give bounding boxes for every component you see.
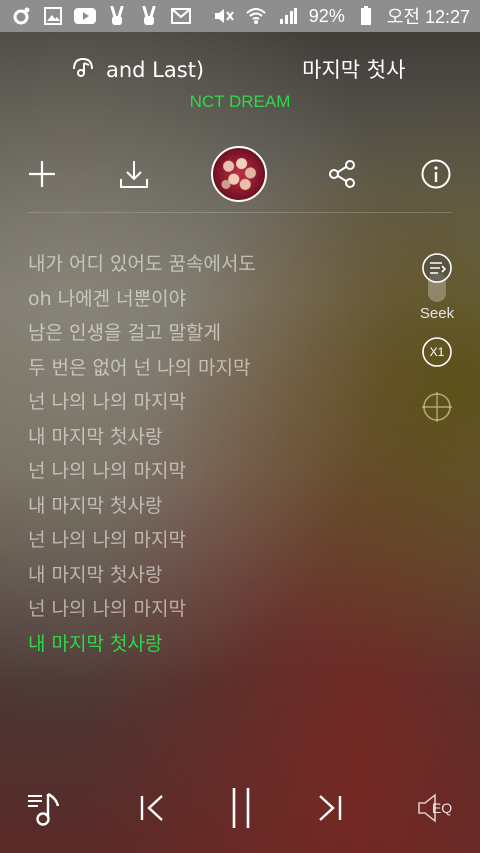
- info-button[interactable]: [406, 138, 466, 210]
- mute-icon: [213, 7, 235, 25]
- previous-button[interactable]: [122, 778, 182, 838]
- peace-icon: [138, 6, 160, 25]
- lyric-line[interactable]: 내 마지막 첫사랑: [28, 492, 408, 527]
- mail-icon: [170, 7, 192, 25]
- add-icon: [29, 161, 55, 187]
- divider: [28, 212, 452, 213]
- song-title-part1: and Last): [106, 58, 205, 82]
- seek-label[interactable]: Seek: [412, 305, 462, 322]
- circle-app-icon: [10, 7, 32, 25]
- pause-button[interactable]: [211, 778, 271, 838]
- info-icon: [421, 159, 451, 189]
- lyric-line[interactable]: 내 마지막 첫사랑: [28, 561, 408, 596]
- album-art-button[interactable]: [209, 138, 269, 210]
- battery-icon: [355, 6, 377, 25]
- download-button[interactable]: [104, 138, 164, 210]
- lyric-line[interactable]: 넌 나의 나의 마지막: [28, 595, 408, 630]
- lyric-line-current[interactable]: 내 마지막 첫사랑: [28, 630, 408, 665]
- add-button[interactable]: [12, 138, 72, 210]
- lyric-line[interactable]: 내가 어디 있어도 꿈속에서도: [28, 250, 408, 285]
- battery-percent: 92%: [308, 5, 345, 26]
- equalizer-button[interactable]: EQ: [404, 778, 464, 838]
- lyric-line[interactable]: 두 번은 없어 넌 나의 마지막: [28, 354, 408, 389]
- crosshair-icon: [422, 392, 452, 422]
- peace-icon: [106, 6, 128, 25]
- share-icon: [329, 160, 355, 188]
- artist-name[interactable]: NCT DREAM: [0, 92, 480, 112]
- share-button[interactable]: [312, 138, 372, 210]
- lyric-line[interactable]: 넌 나의 나의 마지막: [28, 457, 408, 492]
- clock: 오전 12:27: [386, 7, 470, 27]
- lyrics-sync-icon: [70, 55, 96, 83]
- skip-previous-icon: [140, 795, 163, 821]
- download-icon: [120, 161, 148, 188]
- status-bar-right: 92% 오전 12:27: [213, 3, 470, 29]
- status-bar-left: [10, 6, 192, 25]
- pause-icon: [232, 788, 250, 828]
- playlist-music-icon: [28, 792, 60, 826]
- lyric-line[interactable]: 넌 나의 나의 마지막: [28, 388, 408, 423]
- eq-label: EQ: [431, 800, 453, 816]
- album-art: [211, 146, 267, 202]
- song-title-marquee: and Last) 마지막 첫사: [70, 54, 405, 84]
- lyrics-list-icon: [422, 253, 452, 283]
- action-row: [0, 138, 480, 212]
- lyric-line[interactable]: oh 나에겐 너뿐이야: [28, 285, 408, 320]
- speed-label: X1: [429, 345, 445, 359]
- song-title: and Last) 마지막 첫사: [70, 48, 412, 88]
- playback-controls: EQ: [0, 770, 480, 850]
- focus-current-lyric-button[interactable]: [412, 390, 462, 424]
- wifi-icon: [245, 7, 267, 25]
- lyrics-list[interactable]: 내가 어디 있어도 꿈속에서도 oh 나에겐 너뿐이야 남은 인생을 걸고 말할…: [28, 250, 408, 664]
- playlist-button[interactable]: [16, 778, 76, 838]
- status-bar: 92% 오전 12:27: [0, 0, 480, 32]
- youtube-icon: [74, 7, 96, 25]
- skip-next-icon: [319, 795, 342, 821]
- lyric-line[interactable]: 내 마지막 첫사랑: [28, 423, 408, 458]
- lyrics-mode-button[interactable]: [412, 252, 462, 284]
- next-button[interactable]: [300, 778, 360, 838]
- gallery-icon: [42, 7, 64, 25]
- signal-icon: [277, 7, 299, 25]
- lyric-line[interactable]: 남은 인생을 걸고 말할게: [28, 319, 408, 354]
- lyric-line[interactable]: 넌 나의 나의 마지막: [28, 526, 408, 561]
- speed-button[interactable]: X1: [412, 336, 462, 368]
- song-title-part2: 마지막 첫사: [302, 58, 406, 82]
